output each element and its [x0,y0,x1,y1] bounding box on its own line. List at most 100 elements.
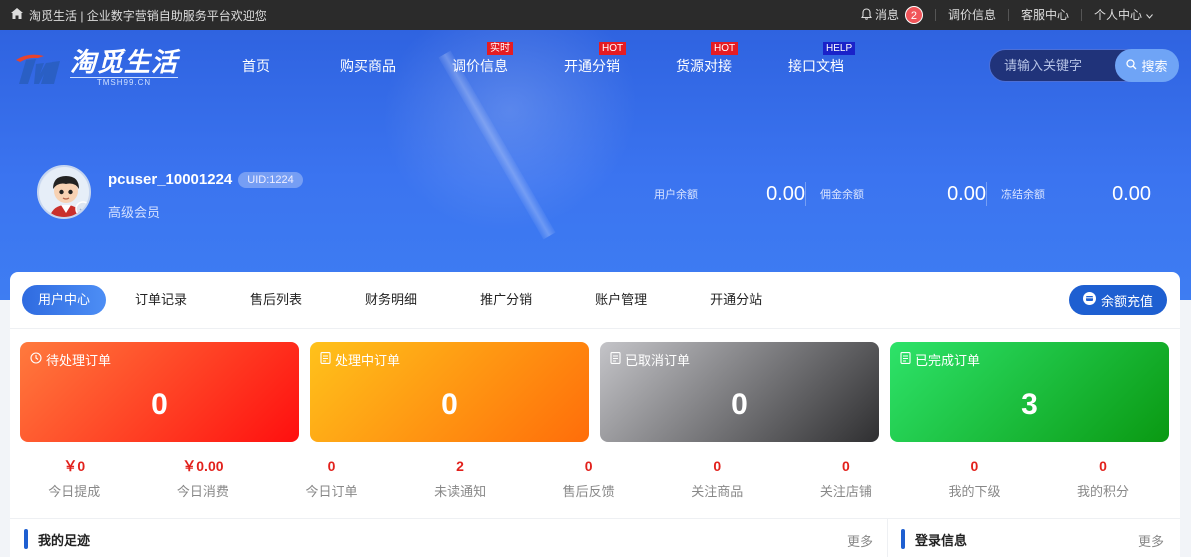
recharge-label: 余额充值 [1100,293,1153,309]
user-balance: 用户余额 0.00 [654,182,805,206]
document-icon [900,352,911,367]
daily-stats: ￥0 今日提成 ￥0.00 今日消费 0 今日订单 2 未读通知 0 售后反馈 0 关注商品… [10,457,1180,500]
card-title: 已完成订单 [900,350,980,369]
messages-link[interactable]: 消息 2 [860,6,935,24]
column-divider [887,519,888,557]
search-button[interactable]: 搜索 [1115,49,1179,82]
search-button-label: 搜索 [1141,59,1168,74]
nav-tag-help: HELP [823,42,856,55]
stat-my-subordinates[interactable]: 0 我的下级 [910,457,1039,500]
stat-value: ￥0 [63,458,86,474]
logo-en: TMSH99.CN [70,77,179,87]
stat-value: ￥0.00 [182,458,224,474]
footprint-more-link[interactable]: 更多 [847,531,873,550]
tab-user-center[interactable]: 用户中心 [22,285,107,315]
tab-open-substation[interactable]: 开通分站 [694,285,778,315]
username: pcuser_10001224 [108,171,233,188]
frozen-balance: 冻结余额 0.00 [986,182,1151,206]
section-title: 登录信息 [915,532,968,548]
balance-value: 0.00 [1112,182,1151,205]
stat-label: 今日消费 [176,484,229,499]
card-value: 0 [151,388,168,421]
welcome-area: 淘觅生活 | 企业数字营销自助服务平台欢迎您 [0,7,267,24]
personal-center-label: 个人中心 [1093,8,1142,22]
nav-tag-hot: HOT [599,42,627,55]
stat-followed-products[interactable]: 0 关注商品 [653,457,782,500]
price-info-link[interactable]: 调价信息 [934,9,1008,21]
stat-today-orders[interactable]: 0 今日订单 [267,457,396,500]
stat-today-commission[interactable]: ￥0 今日提成 [10,457,139,500]
stat-label: 关注店铺 [819,484,872,499]
stat-label: 我的下级 [948,484,1001,499]
tab-promotion[interactable]: 推广分销 [464,285,548,315]
tab-order-records[interactable]: 订单记录 [119,285,203,315]
nav-open-distribution[interactable]: HOT 开通分销 [536,42,648,76]
document-icon [610,352,621,367]
nav-label: 货源对接 [676,58,732,74]
tab-finance-details[interactable]: 财务明细 [349,285,433,315]
section-accent-bar [901,529,905,549]
avatar[interactable] [37,165,91,219]
stat-today-spending[interactable]: ￥0.00 今日消费 [139,457,268,500]
home-icon[interactable] [11,8,23,22]
username-row: pcuser_10001224 UID:1224 [108,171,303,188]
stat-unread-notices[interactable]: 2 未读通知 [396,457,525,500]
nav-api-docs[interactable]: HELP 接口文档 [760,42,872,76]
document-icon [320,352,331,367]
nav-buy-products[interactable]: 购买商品 [312,56,424,76]
nav-tag-hot: HOT [711,42,739,55]
stat-after-sales-feedback[interactable]: 0 售后反馈 [524,457,653,500]
nav-supply-docking[interactable]: HOT 货源对接 [648,42,760,76]
processing-orders-card[interactable]: 处理中订单 0 [310,342,589,442]
nav-home[interactable]: 首页 [200,56,312,76]
personal-center-link[interactable]: 个人中心 [1080,8,1165,22]
nav-label: 调价信息 [452,58,508,74]
nav-label: 接口文档 [788,58,844,74]
login-info-more-link[interactable]: 更多 [1138,531,1164,550]
pending-orders-card[interactable]: 待处理订单 0 [20,342,299,442]
section-accent-bar [24,529,28,549]
tab-after-sales[interactable]: 售后列表 [234,285,318,315]
stat-value: 0 [327,458,336,474]
card-title-text: 待处理订单 [46,353,112,368]
card-title-text: 处理中订单 [335,353,401,368]
profile-info: pcuser_10001224 UID:1224 高级会员 [108,165,303,221]
commission-balance: 佣金余额 0.00 [805,182,986,206]
stat-followed-shops[interactable]: 0 关注店铺 [782,457,911,500]
balance-label: 冻结余额 [1001,189,1045,201]
logo-text: 淘觅生活 TMSH99.CN [70,47,179,87]
card-title: 已取消订单 [610,350,690,369]
stat-value: 0 [1099,458,1107,474]
bell-icon [860,8,872,22]
customer-service-link[interactable]: 客服中心 [1007,9,1081,21]
card-value: 0 [441,388,458,421]
logo-cn: 淘觅生活 [70,47,179,77]
stat-value: 0 [970,458,979,474]
wallet-icon [1082,292,1096,308]
stat-label: 今日订单 [305,484,358,499]
clock-icon [30,352,42,367]
completed-orders-card[interactable]: 已完成订单 3 [890,342,1169,442]
stat-value: 0 [584,458,593,474]
balance-summary: 用户余额 0.00 佣金余额 0.00 冻结余额 0.00 [654,182,1151,206]
hero-banner: 淘觅生活 TMSH99.CN 首页 购买商品 实时调价信息 HOT 开通分销 HO… [0,30,1191,300]
user-center-panel: 用户中心 订单记录 售后列表 财务明细 推广分销 账户管理 开通分站 余额充值 … [10,272,1180,557]
stat-my-points[interactable]: 0 我的积分 [1039,457,1168,500]
balance-value: 0.00 [947,182,986,205]
nav-price-info[interactable]: 实时调价信息 [424,42,536,76]
user-profile: pcuser_10001224 UID:1224 高级会员 [37,165,303,221]
message-count-badge: 2 [904,6,923,24]
recharge-button[interactable]: 余额充值 [1068,285,1167,315]
nav-tag-realtime: 实时 [487,42,513,55]
card-title-text: 已完成订单 [915,353,981,368]
site-logo[interactable]: 淘觅生活 TMSH99.CN [14,47,179,87]
nav-label: 首页 [242,58,270,74]
search-input[interactable] [1004,58,1114,73]
stat-label: 今日提成 [48,484,101,499]
cancelled-orders-card[interactable]: 已取消订单 0 [600,342,879,442]
stat-label: 售后反馈 [562,484,615,499]
divider [10,328,1180,329]
card-title-text: 已取消订单 [625,353,691,368]
stat-label: 关注商品 [691,484,744,499]
tab-account-management[interactable]: 账户管理 [579,285,663,315]
